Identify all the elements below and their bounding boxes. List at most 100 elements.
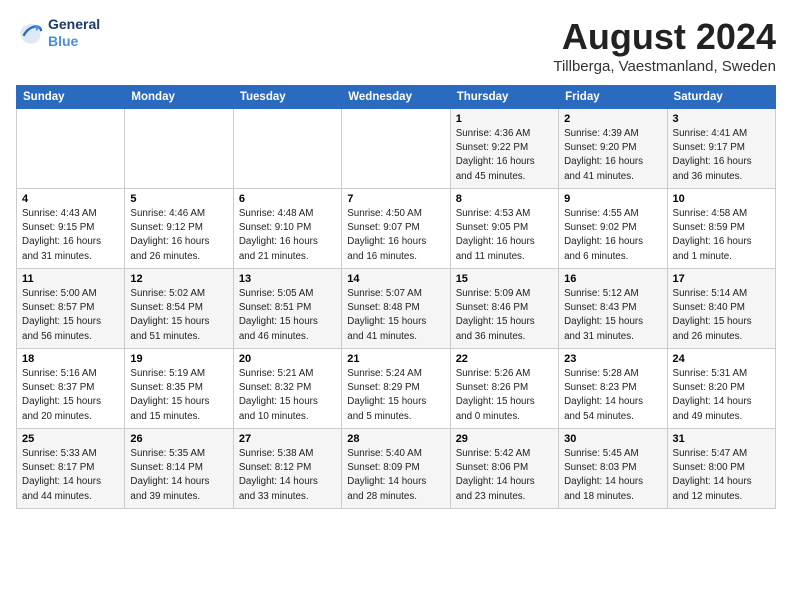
calendar-cell: 8 Sunrise: 4:53 AM Sunset: 9:05 PM Daylig… bbox=[450, 189, 558, 269]
day-number: 8 bbox=[456, 193, 553, 205]
day-info: Sunrise: 5:31 AM Sunset: 8:20 PM Dayligh… bbox=[673, 367, 770, 424]
day-info: Sunrise: 4:50 AM Sunset: 9:07 PM Dayligh… bbox=[347, 207, 444, 264]
weekday-header-thursday: Thursday bbox=[450, 86, 558, 109]
calendar-cell: 17 Sunrise: 5:14 AM Sunset: 8:40 PM Dayli… bbox=[667, 269, 775, 349]
day-number: 28 bbox=[347, 433, 444, 445]
day-number: 17 bbox=[673, 273, 770, 285]
weekday-header-wednesday: Wednesday bbox=[342, 86, 450, 109]
weekday-header-tuesday: Tuesday bbox=[233, 86, 341, 109]
day-info: Sunrise: 4:48 AM Sunset: 9:10 PM Dayligh… bbox=[239, 207, 336, 264]
calendar-cell bbox=[342, 109, 450, 189]
day-info: Sunrise: 5:02 AM Sunset: 8:54 PM Dayligh… bbox=[130, 287, 227, 344]
logo-line1: General bbox=[48, 16, 100, 33]
day-number: 23 bbox=[564, 353, 661, 365]
calendar-cell: 10Sunrise: 4:58 AM Sunset: 8:59 PM Dayli… bbox=[667, 189, 775, 269]
weekday-header-row: SundayMondayTuesdayWednesdayThursdayFrid… bbox=[17, 86, 776, 109]
day-number: 30 bbox=[564, 433, 661, 445]
day-info: Sunrise: 5:33 AM Sunset: 8:17 PM Dayligh… bbox=[22, 447, 119, 504]
day-info: Sunrise: 5:42 AM Sunset: 8:06 PM Dayligh… bbox=[456, 447, 553, 504]
calendar-table: SundayMondayTuesdayWednesdayThursdayFrid… bbox=[16, 85, 776, 509]
day-number: 12 bbox=[130, 273, 227, 285]
day-info: Sunrise: 4:41 AM Sunset: 9:17 PM Dayligh… bbox=[673, 127, 770, 184]
day-info: Sunrise: 4:39 AM Sunset: 9:20 PM Dayligh… bbox=[564, 127, 661, 184]
weekday-header-saturday: Saturday bbox=[667, 86, 775, 109]
week-row-3: 11 Sunrise: 5:00 AM Sunset: 8:57 PM Dayli… bbox=[17, 269, 776, 349]
calendar-cell: 2Sunrise: 4:39 AM Sunset: 9:20 PM Daylig… bbox=[559, 109, 667, 189]
month-title: August 2024 bbox=[553, 16, 776, 58]
logo: General Blue bbox=[16, 16, 100, 50]
location-title: Tillberga, Vaestmanland, Sweden bbox=[553, 58, 776, 75]
calendar-cell: 30Sunrise: 5:45 AM Sunset: 8:03 PM Dayli… bbox=[559, 429, 667, 509]
day-number: 6 bbox=[239, 193, 336, 205]
day-info: Sunrise: 4:55 AM Sunset: 9:02 PM Dayligh… bbox=[564, 207, 661, 264]
calendar-cell: 15 Sunrise: 5:09 AM Sunset: 8:46 PM Dayli… bbox=[450, 269, 558, 349]
calendar-cell: 7Sunrise: 4:50 AM Sunset: 9:07 PM Daylig… bbox=[342, 189, 450, 269]
calendar-cell: 24Sunrise: 5:31 AM Sunset: 8:20 PM Dayli… bbox=[667, 349, 775, 429]
calendar-cell: 4 Sunrise: 4:43 AM Sunset: 9:15 PM Daylig… bbox=[17, 189, 125, 269]
day-number: 9 bbox=[564, 193, 661, 205]
calendar-cell: 27 Sunrise: 5:38 AM Sunset: 8:12 PM Dayli… bbox=[233, 429, 341, 509]
calendar-cell: 28 Sunrise: 5:40 AM Sunset: 8:09 PM Dayli… bbox=[342, 429, 450, 509]
day-number: 3 bbox=[673, 113, 770, 125]
calendar-cell: 12 Sunrise: 5:02 AM Sunset: 8:54 PM Dayli… bbox=[125, 269, 233, 349]
logo-icon bbox=[16, 19, 44, 47]
day-info: Sunrise: 5:24 AM Sunset: 8:29 PM Dayligh… bbox=[347, 367, 444, 424]
calendar-cell: 29Sunrise: 5:42 AM Sunset: 8:06 PM Dayli… bbox=[450, 429, 558, 509]
weekday-header-friday: Friday bbox=[559, 86, 667, 109]
day-info: Sunrise: 5:38 AM Sunset: 8:12 PM Dayligh… bbox=[239, 447, 336, 504]
calendar-cell: 5Sunrise: 4:46 AM Sunset: 9:12 PM Daylig… bbox=[125, 189, 233, 269]
calendar-cell bbox=[17, 109, 125, 189]
day-info: Sunrise: 5:47 AM Sunset: 8:00 PM Dayligh… bbox=[673, 447, 770, 504]
day-info: Sunrise: 5:09 AM Sunset: 8:46 PM Dayligh… bbox=[456, 287, 553, 344]
week-row-2: 4 Sunrise: 4:43 AM Sunset: 9:15 PM Daylig… bbox=[17, 189, 776, 269]
day-info: Sunrise: 5:12 AM Sunset: 8:43 PM Dayligh… bbox=[564, 287, 661, 344]
calendar-cell: 11 Sunrise: 5:00 AM Sunset: 8:57 PM Dayli… bbox=[17, 269, 125, 349]
title-area: August 2024 Tillberga, Vaestmanland, Swe… bbox=[553, 16, 776, 75]
calendar-cell: 23Sunrise: 5:28 AM Sunset: 8:23 PM Dayli… bbox=[559, 349, 667, 429]
weekday-header-monday: Monday bbox=[125, 86, 233, 109]
day-info: Sunrise: 5:35 AM Sunset: 8:14 PM Dayligh… bbox=[130, 447, 227, 504]
day-info: Sunrise: 5:05 AM Sunset: 8:51 PM Dayligh… bbox=[239, 287, 336, 344]
day-info: Sunrise: 5:07 AM Sunset: 8:48 PM Dayligh… bbox=[347, 287, 444, 344]
calendar-cell: 26Sunrise: 5:35 AM Sunset: 8:14 PM Dayli… bbox=[125, 429, 233, 509]
day-number: 16 bbox=[564, 273, 661, 285]
calendar-cell: 31 Sunrise: 5:47 AM Sunset: 8:00 PM Dayli… bbox=[667, 429, 775, 509]
day-info: Sunrise: 5:21 AM Sunset: 8:32 PM Dayligh… bbox=[239, 367, 336, 424]
day-info: Sunrise: 4:53 AM Sunset: 9:05 PM Dayligh… bbox=[456, 207, 553, 264]
calendar-cell: 16 Sunrise: 5:12 AM Sunset: 8:43 PM Dayli… bbox=[559, 269, 667, 349]
calendar-cell: 25 Sunrise: 5:33 AM Sunset: 8:17 PM Dayli… bbox=[17, 429, 125, 509]
week-row-5: 25 Sunrise: 5:33 AM Sunset: 8:17 PM Dayli… bbox=[17, 429, 776, 509]
day-number: 31 bbox=[673, 433, 770, 445]
day-number: 13 bbox=[239, 273, 336, 285]
calendar-cell: 20 Sunrise: 5:21 AM Sunset: 8:32 PM Dayli… bbox=[233, 349, 341, 429]
day-number: 15 bbox=[456, 273, 553, 285]
week-row-4: 18Sunrise: 5:16 AM Sunset: 8:37 PM Dayli… bbox=[17, 349, 776, 429]
day-info: Sunrise: 5:26 AM Sunset: 8:26 PM Dayligh… bbox=[456, 367, 553, 424]
calendar-cell: 21 Sunrise: 5:24 AM Sunset: 8:29 PM Dayli… bbox=[342, 349, 450, 429]
calendar-cell: 1 Sunrise: 4:36 AM Sunset: 9:22 PM Daylig… bbox=[450, 109, 558, 189]
calendar-cell: 22Sunrise: 5:26 AM Sunset: 8:26 PM Dayli… bbox=[450, 349, 558, 429]
day-info: Sunrise: 5:16 AM Sunset: 8:37 PM Dayligh… bbox=[22, 367, 119, 424]
day-number: 14 bbox=[347, 273, 444, 285]
day-number: 27 bbox=[239, 433, 336, 445]
day-number: 1 bbox=[456, 113, 553, 125]
day-info: Sunrise: 4:43 AM Sunset: 9:15 PM Dayligh… bbox=[22, 207, 119, 264]
day-number: 20 bbox=[239, 353, 336, 365]
calendar-cell: 14 Sunrise: 5:07 AM Sunset: 8:48 PM Dayli… bbox=[342, 269, 450, 349]
day-number: 11 bbox=[22, 273, 119, 285]
day-number: 19 bbox=[130, 353, 227, 365]
day-info: Sunrise: 5:14 AM Sunset: 8:40 PM Dayligh… bbox=[673, 287, 770, 344]
day-info: Sunrise: 4:46 AM Sunset: 9:12 PM Dayligh… bbox=[130, 207, 227, 264]
day-number: 10 bbox=[673, 193, 770, 205]
week-row-1: 1 Sunrise: 4:36 AM Sunset: 9:22 PM Daylig… bbox=[17, 109, 776, 189]
day-info: Sunrise: 4:36 AM Sunset: 9:22 PM Dayligh… bbox=[456, 127, 553, 184]
calendar-cell: 19Sunrise: 5:19 AM Sunset: 8:35 PM Dayli… bbox=[125, 349, 233, 429]
day-number: 25 bbox=[22, 433, 119, 445]
calendar-cell: 18Sunrise: 5:16 AM Sunset: 8:37 PM Dayli… bbox=[17, 349, 125, 429]
day-info: Sunrise: 5:00 AM Sunset: 8:57 PM Dayligh… bbox=[22, 287, 119, 344]
calendar-cell: 9 Sunrise: 4:55 AM Sunset: 9:02 PM Daylig… bbox=[559, 189, 667, 269]
day-number: 4 bbox=[22, 193, 119, 205]
day-info: Sunrise: 5:40 AM Sunset: 8:09 PM Dayligh… bbox=[347, 447, 444, 504]
calendar-cell bbox=[233, 109, 341, 189]
day-number: 21 bbox=[347, 353, 444, 365]
